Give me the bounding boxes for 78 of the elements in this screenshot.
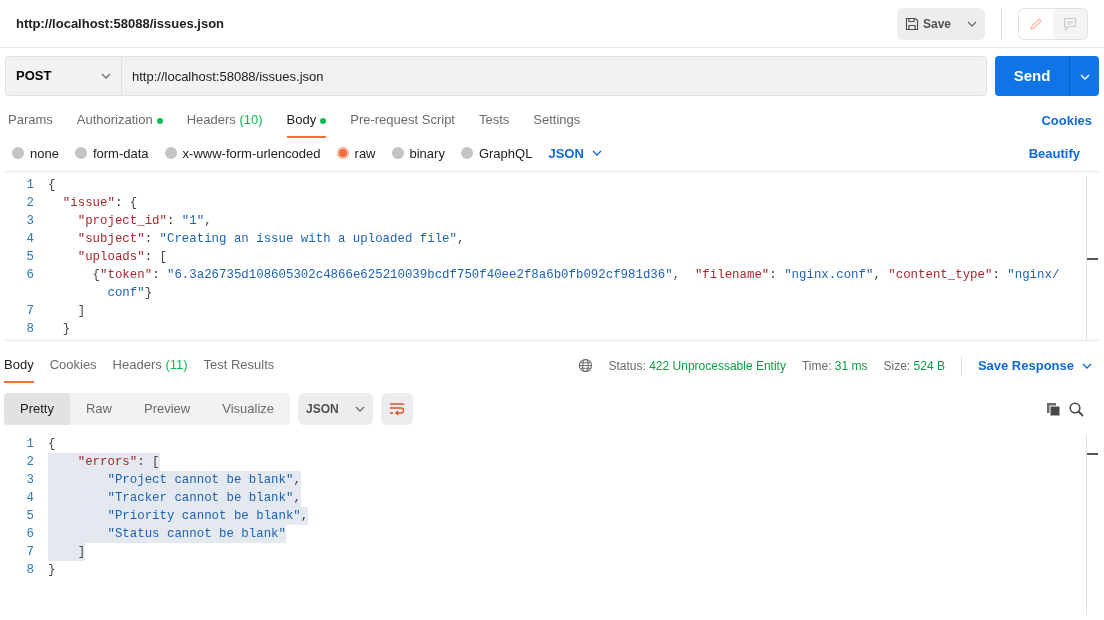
line-number: 6 bbox=[25, 267, 35, 284]
code-line: { bbox=[48, 435, 56, 453]
beautify-link[interactable]: Beautify bbox=[1028, 143, 1080, 163]
line-number: 8 bbox=[25, 321, 35, 338]
view-mode-tab[interactable]: Pretty bbox=[4, 392, 70, 425]
line-number: 4 bbox=[25, 231, 35, 248]
line-number: 8 bbox=[25, 561, 35, 579]
send-button[interactable]: Send bbox=[995, 56, 1069, 96]
response-tab[interactable]: Test Results bbox=[203, 349, 275, 383]
format-dropdown[interactable]: JSON bbox=[548, 143, 602, 163]
line-number: 1 bbox=[25, 177, 35, 194]
view-mode-tab[interactable]: Raw bbox=[69, 392, 128, 425]
request-tab[interactable]: Params bbox=[8, 104, 53, 138]
line-number: 6 bbox=[25, 525, 35, 543]
request-tab[interactable]: Settings bbox=[533, 104, 581, 138]
wrap-lines-button[interactable] bbox=[380, 392, 413, 425]
request-tab[interactable]: Body bbox=[286, 104, 327, 138]
body-type-radio[interactable]: raw bbox=[336, 143, 376, 163]
line-number: 4 bbox=[25, 489, 35, 507]
code-line: "uploads": [ bbox=[76, 249, 167, 266]
line-number: 5 bbox=[25, 507, 35, 525]
request-tab[interactable]: Pre-request Script bbox=[350, 104, 455, 138]
request-tab[interactable]: Authorization bbox=[76, 104, 163, 138]
caret-icon bbox=[354, 405, 365, 412]
cookies-link[interactable]: Cookies bbox=[1041, 111, 1092, 131]
copy-icon bbox=[1046, 401, 1061, 417]
comment-button[interactable] bbox=[1053, 8, 1087, 39]
method-dropdown[interactable]: POST bbox=[5, 56, 121, 96]
code-line: "project_id": "1", bbox=[76, 213, 212, 230]
request-body-editor[interactable] bbox=[6, 171, 1098, 341]
caret-icon bbox=[591, 150, 602, 157]
request-title: http://localhost:58088/issues.json bbox=[16, 14, 225, 33]
code-line: conf"} bbox=[106, 285, 153, 302]
request-tab[interactable]: Tests bbox=[479, 104, 510, 138]
url-field[interactable]: http://localhost:58088/issues.json bbox=[121, 56, 987, 96]
response-format-dropdown[interactable]: JSON bbox=[298, 392, 373, 425]
body-type-radio[interactable]: binary bbox=[391, 143, 445, 163]
caret-icon bbox=[967, 21, 977, 28]
code-line: "subject": "Creating an issue with a uploaded file", bbox=[76, 231, 465, 248]
line-number: 3 bbox=[25, 471, 35, 489]
search-icon bbox=[1069, 401, 1084, 417]
line-number: 3 bbox=[25, 213, 35, 230]
body-type-radio[interactable]: none bbox=[12, 143, 59, 163]
response-tab[interactable]: Body bbox=[4, 349, 34, 383]
body-type-radio[interactable]: form-data bbox=[74, 143, 149, 163]
response-tab[interactable]: Headers (11) bbox=[112, 349, 188, 383]
line-number: 2 bbox=[25, 195, 35, 212]
line-number: 5 bbox=[25, 249, 35, 266]
code-line: "issue": { bbox=[61, 195, 138, 212]
caret-icon bbox=[1079, 73, 1090, 80]
caret-icon bbox=[101, 73, 111, 79]
code-line: } bbox=[61, 321, 71, 338]
response-tab[interactable]: Cookies bbox=[49, 349, 97, 383]
code-line: } bbox=[48, 561, 56, 579]
save-button[interactable]: Save bbox=[896, 7, 959, 40]
view-mode-tab[interactable]: Preview bbox=[128, 392, 207, 425]
globe-icon bbox=[577, 358, 593, 374]
line-number: 1 bbox=[25, 435, 35, 453]
response-meta: Time: 31 ms bbox=[801, 357, 868, 375]
line-number: 7 bbox=[25, 303, 35, 320]
send-options-button[interactable] bbox=[1069, 56, 1099, 96]
caret-icon bbox=[1082, 362, 1092, 369]
request-tab[interactable]: Headers (10) bbox=[186, 104, 263, 138]
view-mode-tab[interactable]: Visualize bbox=[206, 392, 291, 425]
response-meta: Status: 422 Unprocessable Entity bbox=[608, 357, 786, 375]
code-line: { bbox=[48, 177, 56, 194]
body-type-radio[interactable]: GraphQL bbox=[460, 143, 533, 163]
save-options-button[interactable] bbox=[959, 7, 985, 40]
pencil-icon bbox=[1029, 17, 1043, 32]
save-response-button[interactable]: Save Response bbox=[960, 356, 1092, 376]
line-number: 7 bbox=[25, 543, 35, 561]
line-number: 2 bbox=[25, 453, 35, 471]
response-meta: Size: 524 B bbox=[883, 357, 945, 375]
wrap-lines-icon bbox=[388, 402, 405, 417]
code-line: ] bbox=[76, 303, 86, 320]
body-type-radio[interactable]: x-www-form-urlencoded bbox=[164, 143, 321, 163]
code-line: {"token": "6.3a26735d108605302c4866e625210039bcdf750f40ee2f8a6b0fb092cf981d36", "filename": "nginx.conf", "content_type": "nginx/ bbox=[91, 267, 1060, 284]
comment-icon bbox=[1063, 17, 1077, 32]
